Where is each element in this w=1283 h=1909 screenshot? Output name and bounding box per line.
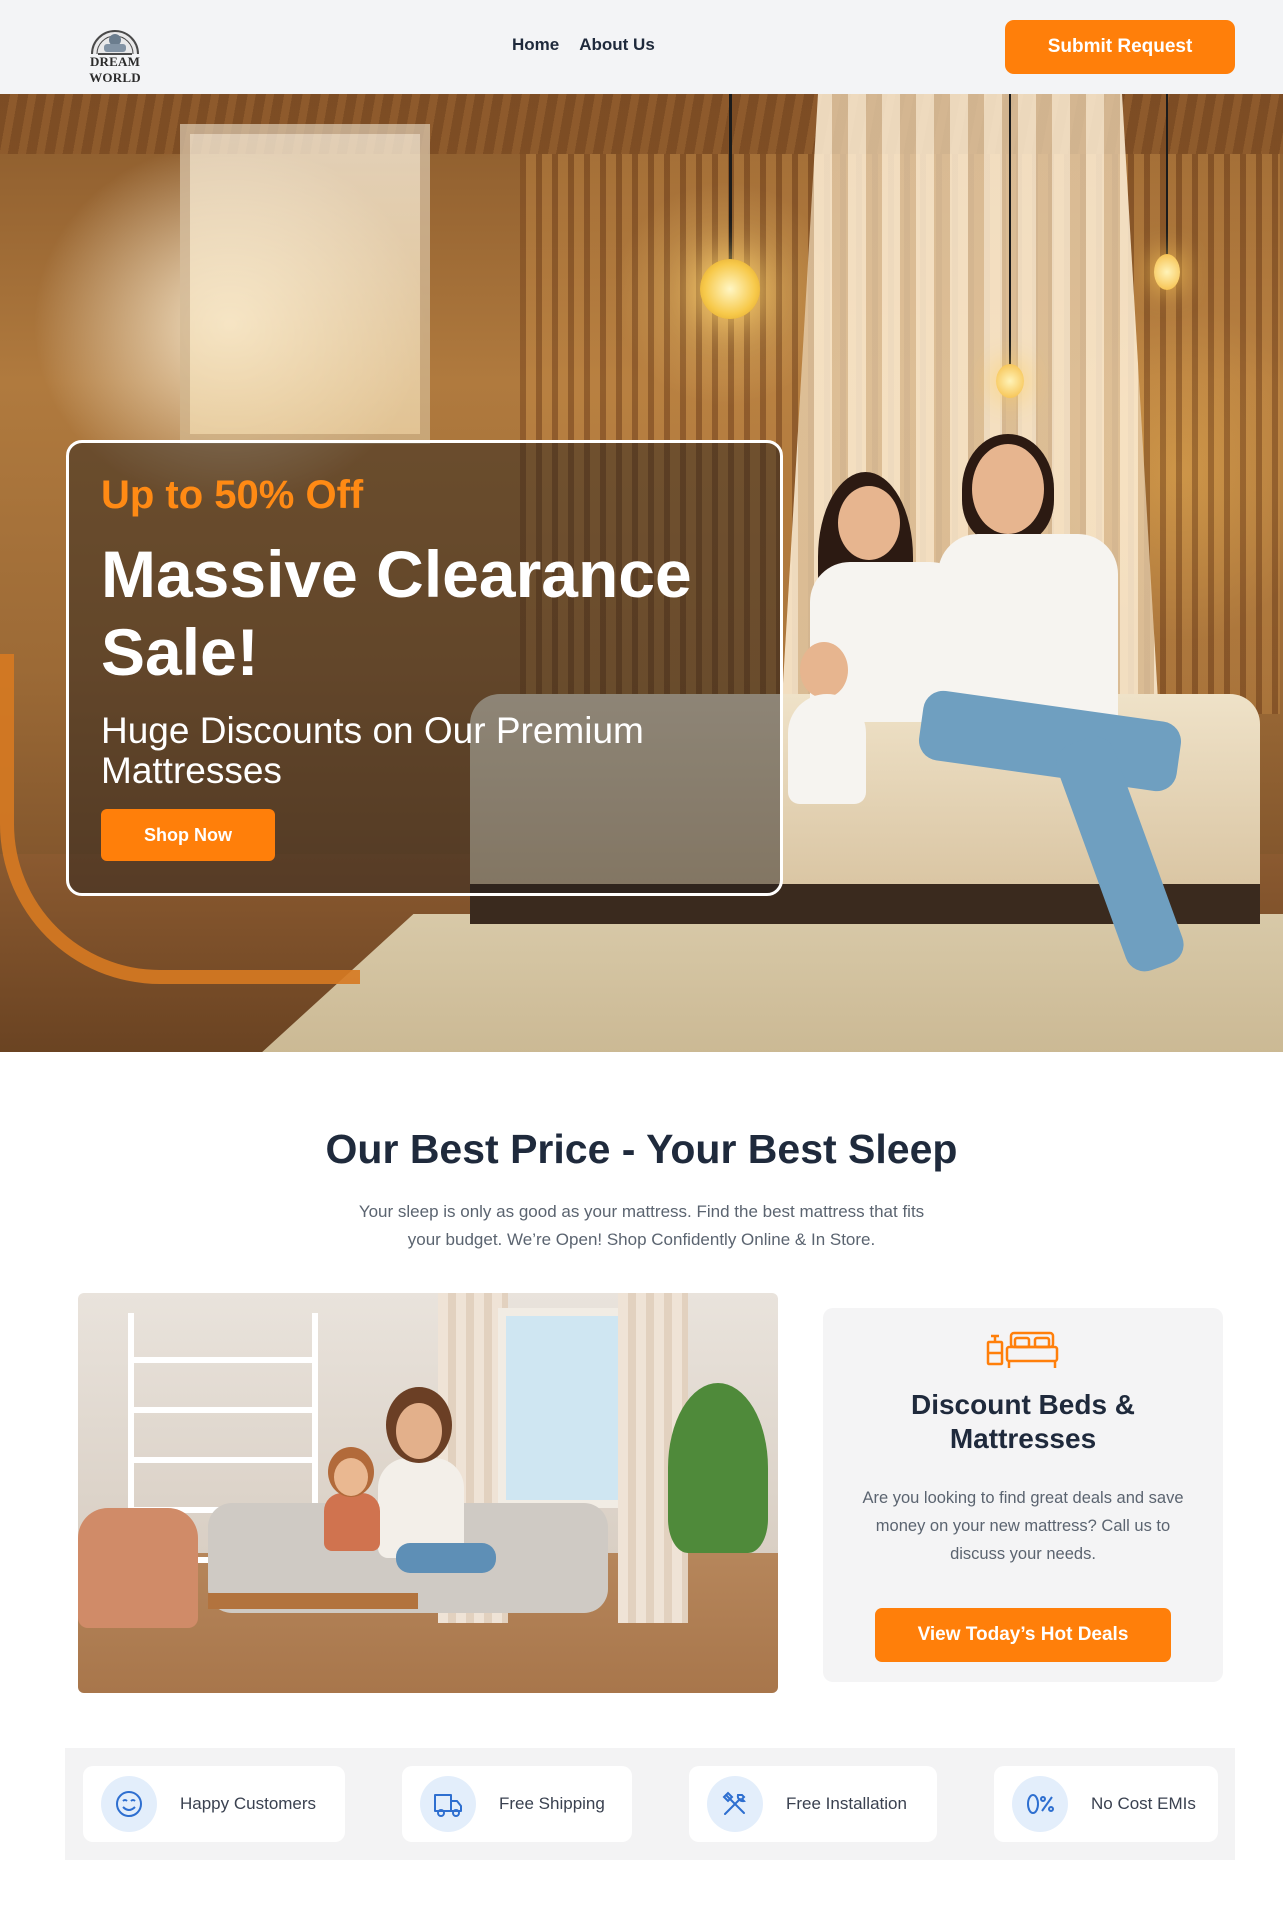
photo-woman-head [396, 1403, 442, 1459]
discount-card: Discount Beds & Mattresses Are you looki… [823, 1308, 1223, 1682]
section-title: Our Best Price - Your Best Sleep [325, 1126, 958, 1172]
pendant-lamp [996, 364, 1024, 398]
feature-free-installation: Free Installation [689, 1766, 937, 1842]
hero-subtitle: Huge Discounts on Our Premium Mattresses [101, 710, 644, 791]
hero-promo-card: Up to 50% Off Massive Clearance Sale! Hu… [66, 440, 783, 896]
photo-boy [324, 1493, 380, 1551]
photo-plant [668, 1383, 768, 1553]
photo-boy-head [334, 1458, 368, 1496]
shop-now-button[interactable]: Shop Now [101, 809, 275, 861]
child-head [800, 642, 848, 698]
deal-card-text: Are you looking to find great deals and … [862, 1489, 1184, 1563]
photo-armchair [78, 1508, 198, 1628]
feature-label: Free Shipping [499, 1794, 605, 1813]
zero-percent-icon [1012, 1776, 1068, 1832]
child-shirt [788, 694, 866, 804]
logo-text: DREAM WORLD [89, 54, 141, 85]
feature-free-shipping: Free Shipping [402, 1766, 632, 1842]
hero-title: Massive Clearance Sale! [101, 537, 692, 689]
living-room-photo [78, 1293, 778, 1693]
nav-home-link[interactable]: Home [512, 35, 559, 55]
feature-no-cost-emis: No Cost EMIs [994, 1766, 1218, 1842]
section-description: Your sleep is only as good as your mattr… [358, 1202, 925, 1249]
logo-emblem-icon [91, 30, 139, 55]
nav-about-link[interactable]: About Us [579, 35, 655, 55]
hero-window [180, 124, 430, 444]
man-head [972, 444, 1044, 534]
photo-woman-legs [396, 1543, 496, 1573]
hero-discount-eyebrow: Up to 50% Off [101, 473, 364, 517]
feature-happy-customers: Happy Customers [83, 1766, 345, 1842]
pendant-lamp [700, 259, 760, 319]
pendant-lamp [1154, 254, 1180, 290]
tools-icon [707, 1776, 763, 1832]
feature-label: Happy Customers [180, 1794, 317, 1813]
truck-icon [420, 1776, 476, 1832]
view-hot-deals-button[interactable]: View Today’s Hot Deals [875, 1608, 1171, 1662]
lamp-cord [729, 94, 732, 264]
photo-window [498, 1308, 628, 1508]
feature-label: Free Installation [786, 1794, 907, 1813]
photo-coffee-table [208, 1593, 418, 1609]
deal-card-title: Discount Beds & Mattresses [910, 1389, 1136, 1454]
site-header: DREAM WORLD Home About Us Submit Request [0, 0, 1283, 94]
bed-icon [986, 1331, 1059, 1368]
hero-banner: Up to 50% Off Massive Clearance Sale! Hu… [0, 94, 1283, 1052]
smile-icon [101, 1776, 157, 1832]
main-nav: Home About Us [512, 35, 655, 55]
submit-request-button[interactable]: Submit Request [1005, 20, 1235, 74]
features-strip: Happy Customers Free Shipping Free Insta… [65, 1748, 1235, 1860]
lamp-cord [1009, 94, 1011, 366]
feature-label: No Cost EMIs [1091, 1794, 1196, 1813]
lamp-cord [1166, 94, 1168, 256]
dream-world-logo[interactable]: DREAM WORLD [64, 18, 166, 85]
woman-head [838, 486, 900, 560]
